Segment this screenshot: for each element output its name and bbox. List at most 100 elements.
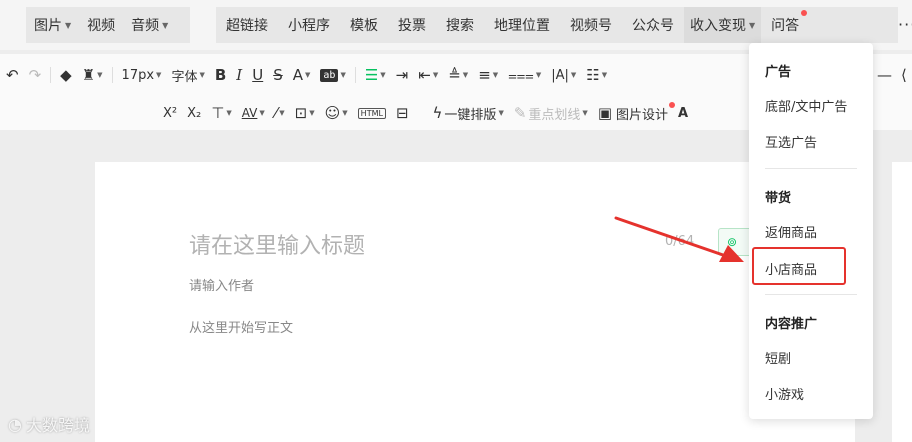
menu-vote[interactable]: 投票 bbox=[388, 7, 436, 43]
letter-spacing-button[interactable]: |A| ▼ bbox=[546, 61, 581, 89]
annotation-highlight-box bbox=[752, 247, 846, 285]
chevron-down-icon: ▼ bbox=[259, 109, 265, 117]
one-click-layout-label: 一键排版 bbox=[444, 107, 497, 123]
divider bbox=[354, 67, 356, 83]
vertical-align-icon: ≜ bbox=[448, 65, 461, 84]
chevron-down-icon: ▼ bbox=[342, 109, 348, 117]
menu-location[interactable]: 地理位置 bbox=[484, 7, 560, 43]
chevron-down-icon: ▼ bbox=[492, 71, 499, 79]
char-spacing-button[interactable]: AV ▼ bbox=[237, 99, 270, 127]
insert-menu-group: 超链接 小程序 模板 投票 搜索 地理位置 视频号 公众号 收入变现 ▼ 问答 bbox=[216, 7, 898, 43]
bold-button[interactable]: B bbox=[210, 61, 231, 89]
font-family-label: 字体 bbox=[171, 69, 198, 85]
strikethrough-button[interactable]: S bbox=[268, 61, 288, 89]
outdent-button[interactable]: ⇤ ▼ bbox=[413, 61, 443, 89]
align-button[interactable]: ☰ ▼ bbox=[360, 61, 391, 89]
font-size-select[interactable]: 17px ▼ bbox=[117, 61, 167, 89]
indent-icon: ⇥ bbox=[395, 65, 409, 84]
font-family-select[interactable]: 字体 ▼ bbox=[166, 61, 209, 89]
menu-audio[interactable]: 音频 ▼ bbox=[123, 7, 176, 43]
more-menu-button[interactable]: ··· bbox=[898, 7, 912, 43]
menu-qa[interactable]: 问答 bbox=[761, 7, 809, 43]
menu-search[interactable]: 搜索 bbox=[436, 7, 484, 43]
menu-image[interactable]: 图片 ▼ bbox=[26, 7, 79, 43]
clear-format-button[interactable]: ◆ bbox=[55, 61, 77, 89]
italic-button[interactable]: I bbox=[231, 61, 247, 89]
divider-line-button[interactable]: — bbox=[872, 61, 897, 89]
key-underline-button[interactable]: ✎ 重点划线 ▼ bbox=[509, 99, 593, 127]
chevron-down-icon: ▼ bbox=[582, 109, 588, 117]
divider bbox=[765, 294, 857, 295]
menu-monetization[interactable]: 收入变现 ▼ bbox=[684, 7, 762, 43]
menu-search-label: 搜索 bbox=[446, 18, 474, 34]
new-badge-dot bbox=[801, 10, 808, 16]
undo-button[interactable]: ↶ bbox=[0, 61, 24, 89]
menu-video[interactable]: 视频 bbox=[79, 7, 123, 43]
chevron-down-icon: ▼ bbox=[380, 71, 386, 79]
section-content-promo: 内容推广 bbox=[765, 317, 818, 332]
eraser-icon: ◆ bbox=[60, 65, 72, 84]
chevron-down-icon: ▼ bbox=[432, 71, 439, 79]
watermark-text: 大数跨境 bbox=[25, 416, 90, 435]
menu-hyperlink-label: 超链接 bbox=[226, 18, 268, 34]
body-input[interactable]: 从这里开始写正文 bbox=[189, 317, 293, 336]
image-design-label: 图片设计 bbox=[616, 107, 669, 123]
chevron-down-icon: ▼ bbox=[156, 71, 162, 79]
menu-mini-program[interactable]: 小程序 bbox=[278, 7, 340, 43]
chevron-down-icon: ▼ bbox=[305, 71, 311, 79]
section-ads: 广告 bbox=[765, 65, 792, 80]
menu-hyperlink[interactable]: 超链接 bbox=[216, 7, 278, 43]
emoji-button[interactable]: ☺ ▼ bbox=[320, 99, 353, 127]
new-badge-dot bbox=[669, 102, 676, 108]
text-direction-button[interactable]: ⊤ ▼ bbox=[206, 99, 236, 127]
menu-vote-label: 投票 bbox=[398, 18, 426, 34]
chevron-down-icon: ▼ bbox=[749, 20, 756, 30]
line-height-icon: ≡ bbox=[478, 65, 491, 84]
image-design-button[interactable]: ▣ 图片设计 bbox=[593, 99, 676, 127]
subscript-button[interactable]: X₂ bbox=[182, 99, 206, 127]
chart-button[interactable]: ⊡ ▼ bbox=[290, 99, 320, 127]
html-button[interactable]: HTML bbox=[353, 99, 391, 127]
ai-button[interactable]: A bbox=[673, 99, 693, 127]
outdent-icon: ⇤ bbox=[418, 65, 431, 84]
menu-item-mini-game[interactable]: 小游戏 bbox=[765, 384, 804, 403]
chevron-down-icon: ▼ bbox=[97, 71, 103, 79]
vertical-align-button[interactable]: ≜ ▼ bbox=[443, 61, 473, 89]
superscript-button[interactable]: X² bbox=[158, 99, 182, 127]
watermark: ◔ 大数跨境 bbox=[8, 412, 90, 436]
right-side-panel bbox=[892, 162, 912, 442]
emoji-icon: ☺ bbox=[324, 103, 341, 122]
line-height-button[interactable]: ≡ ▼ bbox=[473, 61, 503, 89]
menu-item-commission-goods[interactable]: 返佣商品 bbox=[765, 222, 817, 241]
code-button[interactable]: ⟨ bbox=[896, 61, 912, 89]
menu-channels-label: 视频号 bbox=[570, 18, 612, 34]
font-color-button[interactable]: A ▼ bbox=[288, 61, 316, 89]
author-input[interactable]: 请输入作者 bbox=[189, 275, 254, 294]
paragraph-spacing-button[interactable]: ⩶ ▼ bbox=[503, 61, 546, 89]
chevron-down-icon: ▼ bbox=[340, 71, 346, 79]
menu-location-label: 地理位置 bbox=[494, 18, 550, 34]
magic-button[interactable]: ⁄ ▼ bbox=[270, 99, 290, 127]
divider bbox=[50, 67, 52, 83]
toolbox-button[interactable]: ⊟ bbox=[391, 99, 414, 127]
menu-mini-program-label: 小程序 bbox=[288, 18, 330, 34]
underline-button[interactable]: U bbox=[247, 61, 268, 89]
chevron-down-icon: ▼ bbox=[226, 109, 232, 117]
image-icon: ▣ bbox=[597, 103, 612, 122]
indent-button[interactable]: ⇥ bbox=[391, 61, 414, 89]
title-input[interactable]: 请在这里输入标题 bbox=[189, 228, 365, 260]
format-painter-button[interactable]: ♜ ▼ bbox=[77, 61, 108, 89]
menu-template[interactable]: 模板 bbox=[340, 7, 388, 43]
code-icon: ⟨ bbox=[901, 65, 907, 84]
list-button[interactable]: ☷ ▼ bbox=[581, 61, 612, 89]
highlight-button[interactable]: ab ▼ bbox=[315, 61, 350, 89]
one-click-layout-button[interactable]: ϟ 一键排版 ▼ bbox=[428, 99, 509, 127]
redo-button[interactable]: ↷ bbox=[24, 61, 47, 89]
menu-official-account[interactable]: 公众号 bbox=[622, 7, 684, 43]
menu-item-short-drama[interactable]: 短剧 bbox=[765, 348, 791, 367]
redo-icon: ↷ bbox=[28, 65, 42, 84]
chevron-down-icon: ▼ bbox=[199, 71, 205, 79]
menu-item-mutual-ad[interactable]: 互选广告 bbox=[765, 132, 817, 151]
menu-item-bottom-ad[interactable]: 底部/文中广告 bbox=[765, 96, 847, 115]
menu-channels[interactable]: 视频号 bbox=[560, 7, 622, 43]
